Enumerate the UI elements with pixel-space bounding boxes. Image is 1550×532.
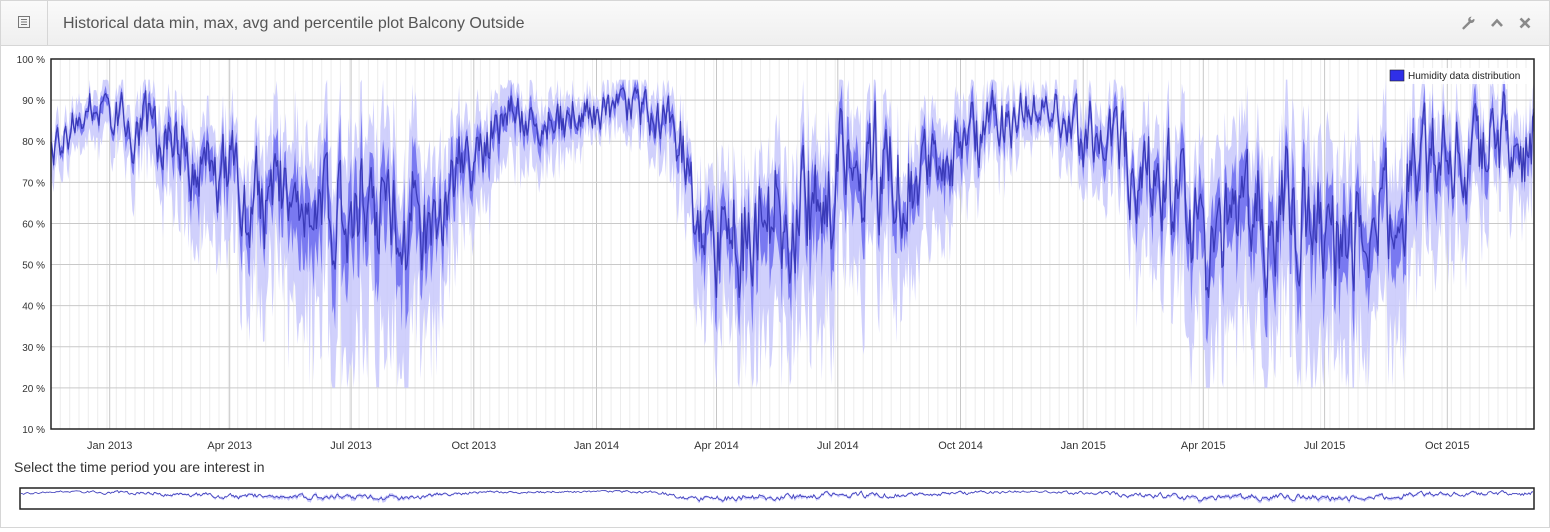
panel-menu[interactable] [1, 1, 48, 45]
y-axis-labels: 100 % 90 % 80 % 70 % 60 % 50 % 40 % 30 % 20 % 10 … [17, 55, 45, 436]
x-axis-labels: Jan 2013 Apr 2013 Jul 2013 Oct 2013 Jan 2014… [87, 440, 1470, 452]
x-tick-label: Oct 2013 [451, 440, 496, 452]
time-period-label: Select the time period you are interest … [14, 459, 265, 475]
list-icon [18, 16, 30, 28]
x-tick-label: Jul 2014 [817, 440, 859, 452]
y-tick-label: 40 % [22, 302, 45, 313]
chevron-up-icon[interactable] [1490, 16, 1504, 30]
y-tick-label: 20 % [22, 384, 45, 395]
y-tick-label: 50 % [22, 261, 45, 272]
x-tick-label: Apr 2014 [694, 440, 739, 452]
legend[interactable]: Humidity data distribution [1387, 68, 1529, 84]
y-tick-label: 30 % [22, 343, 45, 354]
wrench-icon[interactable] [1462, 16, 1476, 30]
panel-title: Historical data min, max, avg and percen… [63, 15, 525, 32]
x-tick-label: Jul 2013 [330, 440, 372, 452]
y-tick-label: 10 % [22, 425, 45, 436]
y-tick-label: 60 % [22, 219, 45, 230]
y-tick-label: 70 % [22, 178, 45, 189]
x-tick-label: Jan 2015 [1061, 440, 1106, 452]
legend-label: Humidity data distribution [1408, 71, 1520, 82]
x-tick-label: Apr 2015 [1181, 440, 1226, 452]
y-tick-label: 80 % [22, 137, 45, 148]
x-tick-label: Jan 2013 [87, 440, 132, 452]
chart-panel: Historical data min, max, avg and percen… [0, 0, 1550, 528]
y-tick-label: 100 % [17, 55, 45, 66]
x-tick-label: Apr 2013 [207, 440, 252, 452]
panel-header: Historical data min, max, avg and percen… [1, 1, 1549, 46]
x-tick-label: Jul 2015 [1304, 440, 1346, 452]
x-tick-label: Oct 2015 [1425, 440, 1470, 452]
x-tick-label: Jan 2014 [574, 440, 619, 452]
y-tick-label: 90 % [22, 96, 45, 107]
close-icon[interactable] [1518, 16, 1532, 30]
x-tick-label: Oct 2014 [938, 440, 983, 452]
range-selector[interactable] [19, 487, 1535, 510]
legend-swatch [1389, 69, 1405, 82]
humidity-chart[interactable]: 100 % 90 % 80 % 70 % 60 % 50 % 40 % 30 % 20 % 10 … [1, 47, 1549, 527]
